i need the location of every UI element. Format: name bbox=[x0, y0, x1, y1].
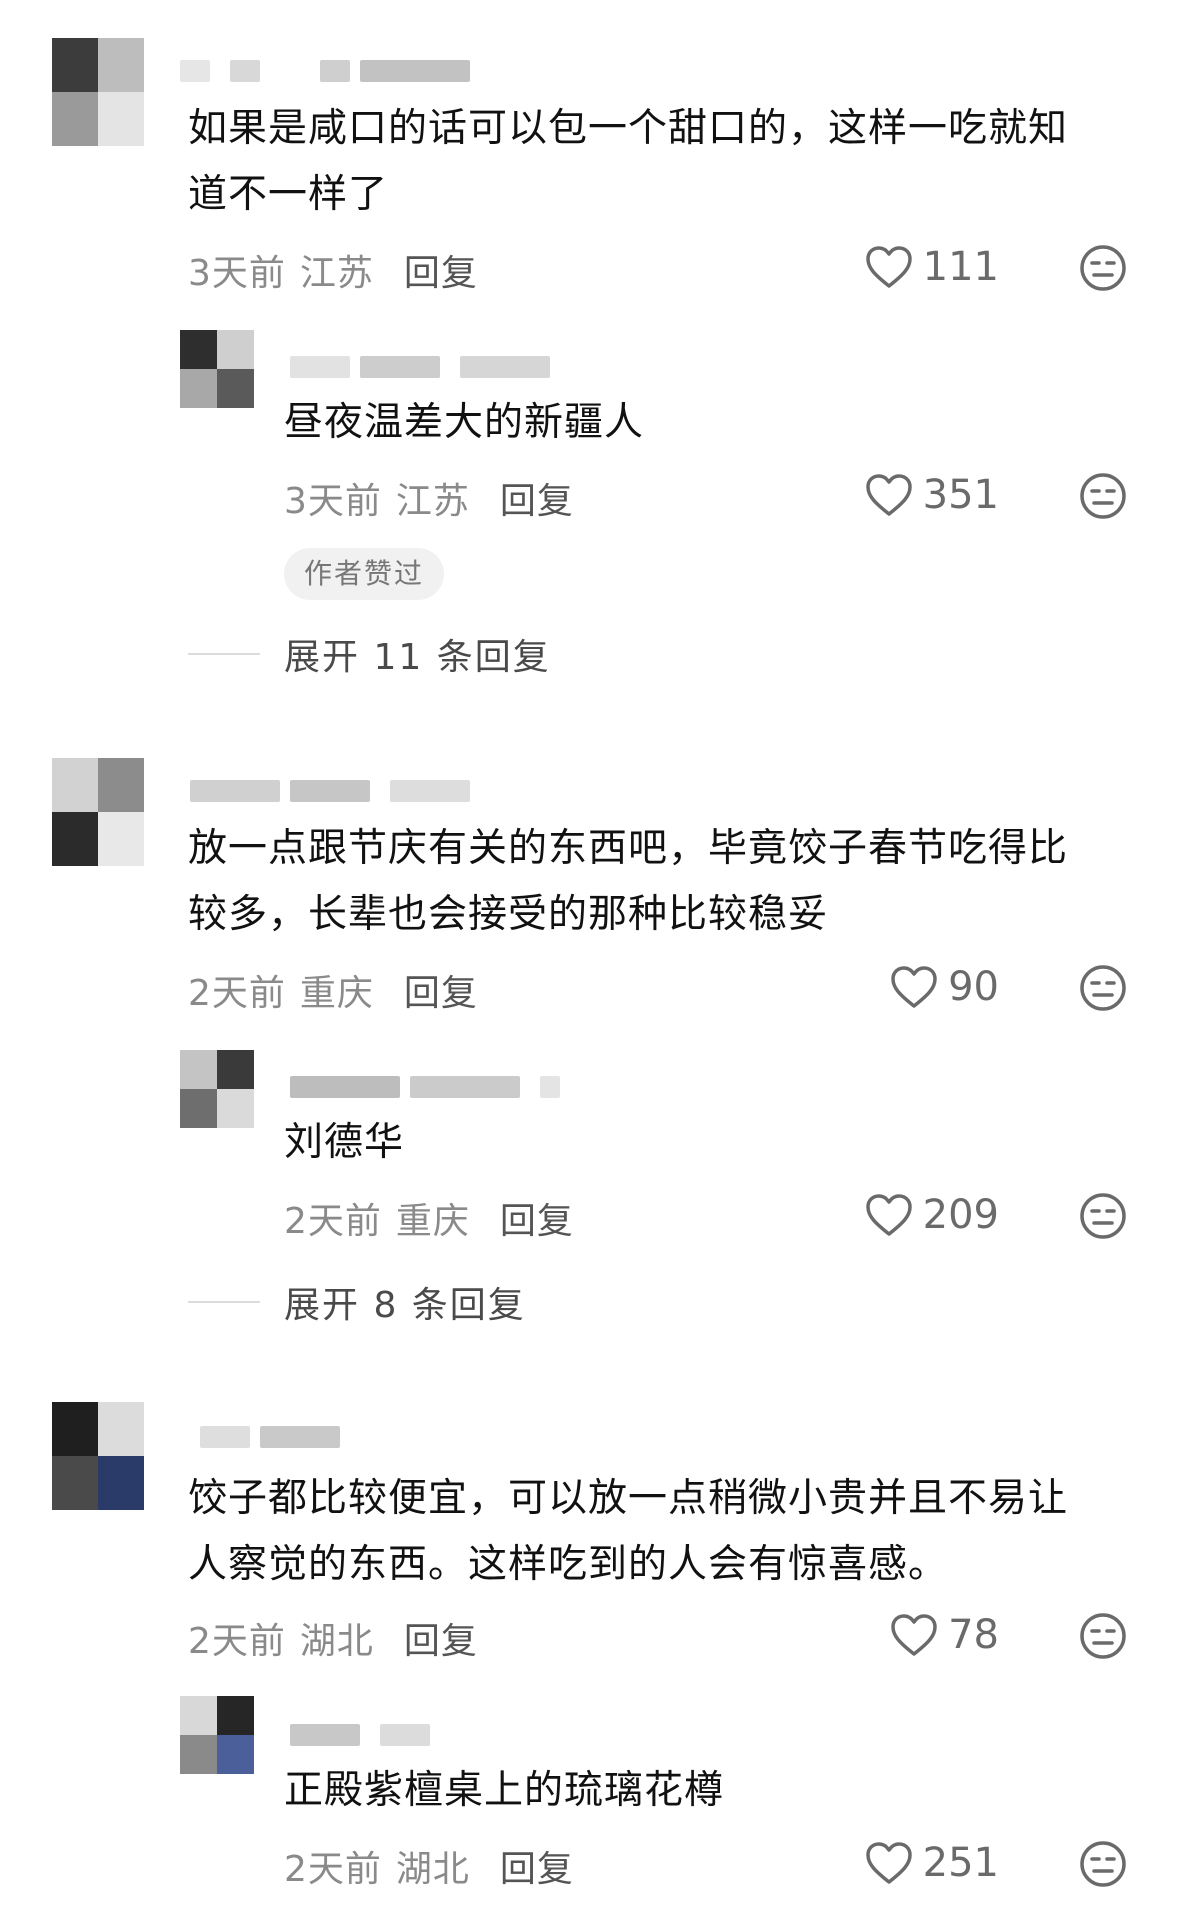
comment-region: 湖北 bbox=[299, 1621, 374, 1662]
comment-region: 重庆 bbox=[299, 973, 374, 1014]
username-blurred[interactable] bbox=[200, 1418, 360, 1454]
dislike-button[interactable] bbox=[1078, 1839, 1128, 1889]
like-count: 209 bbox=[922, 1192, 999, 1238]
heart-outline-icon bbox=[891, 966, 937, 1008]
subreply-time: 2天前 bbox=[284, 1201, 382, 1242]
subreply-region: 江苏 bbox=[395, 481, 470, 522]
subreply-meta: 2天前 重庆 回复 bbox=[284, 1192, 574, 1244]
heart-outline-icon bbox=[865, 1194, 912, 1236]
like-button[interactable]: 90 bbox=[890, 964, 999, 1010]
dislike-button[interactable] bbox=[1078, 963, 1128, 1013]
comment-text: 如果是咸口的话可以包一个甜口的，这样一吃就知 道不一样了 bbox=[188, 106, 1069, 217]
subreply-time: 2天前 bbox=[284, 1849, 382, 1890]
like-count: 78 bbox=[948, 1612, 999, 1658]
avatar[interactable] bbox=[52, 1402, 144, 1510]
comment-meta: 2天前 重庆 回复 bbox=[188, 964, 478, 1016]
expand-replies-button[interactable]: 展开 11 条回复 bbox=[188, 628, 551, 680]
dislike-button[interactable] bbox=[1078, 471, 1128, 521]
dislike-button[interactable] bbox=[1078, 1191, 1128, 1241]
username-blurred[interactable] bbox=[190, 772, 480, 808]
reply-button[interactable]: 回复 bbox=[500, 481, 574, 522]
subreply-text: 昼夜温差大的新疆人 bbox=[284, 400, 645, 445]
expand-replies-label: 展开 11 条回复 bbox=[284, 637, 551, 678]
reply-button[interactable]: 回复 bbox=[500, 1201, 574, 1242]
divider bbox=[188, 1301, 260, 1303]
neutral-face-icon bbox=[1080, 965, 1126, 1011]
subreply-meta: 3天前 江苏 回复 bbox=[284, 472, 574, 524]
dislike-button[interactable] bbox=[1078, 243, 1128, 293]
username-blurred[interactable] bbox=[290, 348, 570, 384]
reply-button[interactable]: 回复 bbox=[500, 1849, 574, 1890]
comment-text: 饺子都比较便宜，可以放一点稍微小贵并且不易让 人察觉的东西。这样吃到的人会有惊喜… bbox=[188, 1476, 1069, 1587]
neutral-face-icon bbox=[1080, 245, 1126, 291]
like-button[interactable]: 111 bbox=[865, 244, 999, 290]
dislike-button[interactable] bbox=[1078, 1611, 1128, 1661]
subreply-text: 刘德华 bbox=[284, 1120, 405, 1165]
avatar[interactable] bbox=[52, 38, 144, 146]
neutral-face-icon bbox=[1080, 1193, 1126, 1239]
like-button[interactable]: 78 bbox=[890, 1612, 999, 1658]
subreply-time: 3天前 bbox=[284, 481, 382, 522]
like-count: 111 bbox=[922, 244, 999, 290]
author-liked-badge: 作者赞过 bbox=[284, 548, 445, 600]
avatar[interactable] bbox=[52, 758, 144, 866]
comment-text: 放一点跟节庆有关的东西吧，毕竟饺子春节吃得比 较多，长辈也会接受的那种比较稳妥 bbox=[188, 826, 1069, 937]
avatar[interactable] bbox=[180, 330, 254, 408]
reply-button[interactable]: 回复 bbox=[404, 1621, 478, 1662]
subreply-text: 正殿紫檀桌上的琉璃花樽 bbox=[284, 1768, 725, 1813]
heart-outline-icon bbox=[891, 1614, 937, 1656]
neutral-face-icon bbox=[1080, 1841, 1126, 1887]
subreply-meta: 2天前 湖北 回复 bbox=[284, 1840, 574, 1892]
comment-meta: 3天前 江苏 回复 bbox=[188, 244, 478, 296]
like-count: 251 bbox=[922, 1840, 999, 1886]
like-count: 351 bbox=[922, 472, 999, 518]
comment-time: 2天前 bbox=[188, 973, 286, 1014]
comment-region: 江苏 bbox=[299, 253, 374, 294]
like-button[interactable]: 251 bbox=[865, 1840, 999, 1886]
username-blurred[interactable] bbox=[290, 1716, 450, 1752]
neutral-face-icon bbox=[1080, 473, 1126, 519]
heart-outline-icon bbox=[865, 246, 912, 288]
username-blurred[interactable] bbox=[180, 52, 480, 88]
subreply-region: 湖北 bbox=[395, 1849, 470, 1890]
username-blurred[interactable] bbox=[290, 1068, 570, 1104]
avatar[interactable] bbox=[180, 1050, 254, 1128]
reply-button[interactable]: 回复 bbox=[404, 973, 478, 1014]
comment-time: 2天前 bbox=[188, 1621, 286, 1662]
expand-replies-label: 展开 8 条回复 bbox=[284, 1285, 526, 1326]
neutral-face-icon bbox=[1080, 1613, 1126, 1659]
divider bbox=[188, 653, 260, 655]
heart-outline-icon bbox=[865, 1842, 912, 1884]
heart-outline-icon bbox=[865, 474, 912, 516]
like-button[interactable]: 351 bbox=[865, 472, 999, 518]
avatar[interactable] bbox=[180, 1696, 254, 1774]
like-count: 90 bbox=[948, 964, 999, 1010]
reply-button[interactable]: 回复 bbox=[404, 253, 478, 294]
comment-meta: 2天前 湖北 回复 bbox=[188, 1612, 478, 1664]
like-button[interactable]: 209 bbox=[865, 1192, 999, 1238]
comment-time: 3天前 bbox=[188, 253, 286, 294]
subreply-region: 重庆 bbox=[395, 1201, 470, 1242]
expand-replies-button[interactable]: 展开 8 条回复 bbox=[188, 1276, 526, 1328]
